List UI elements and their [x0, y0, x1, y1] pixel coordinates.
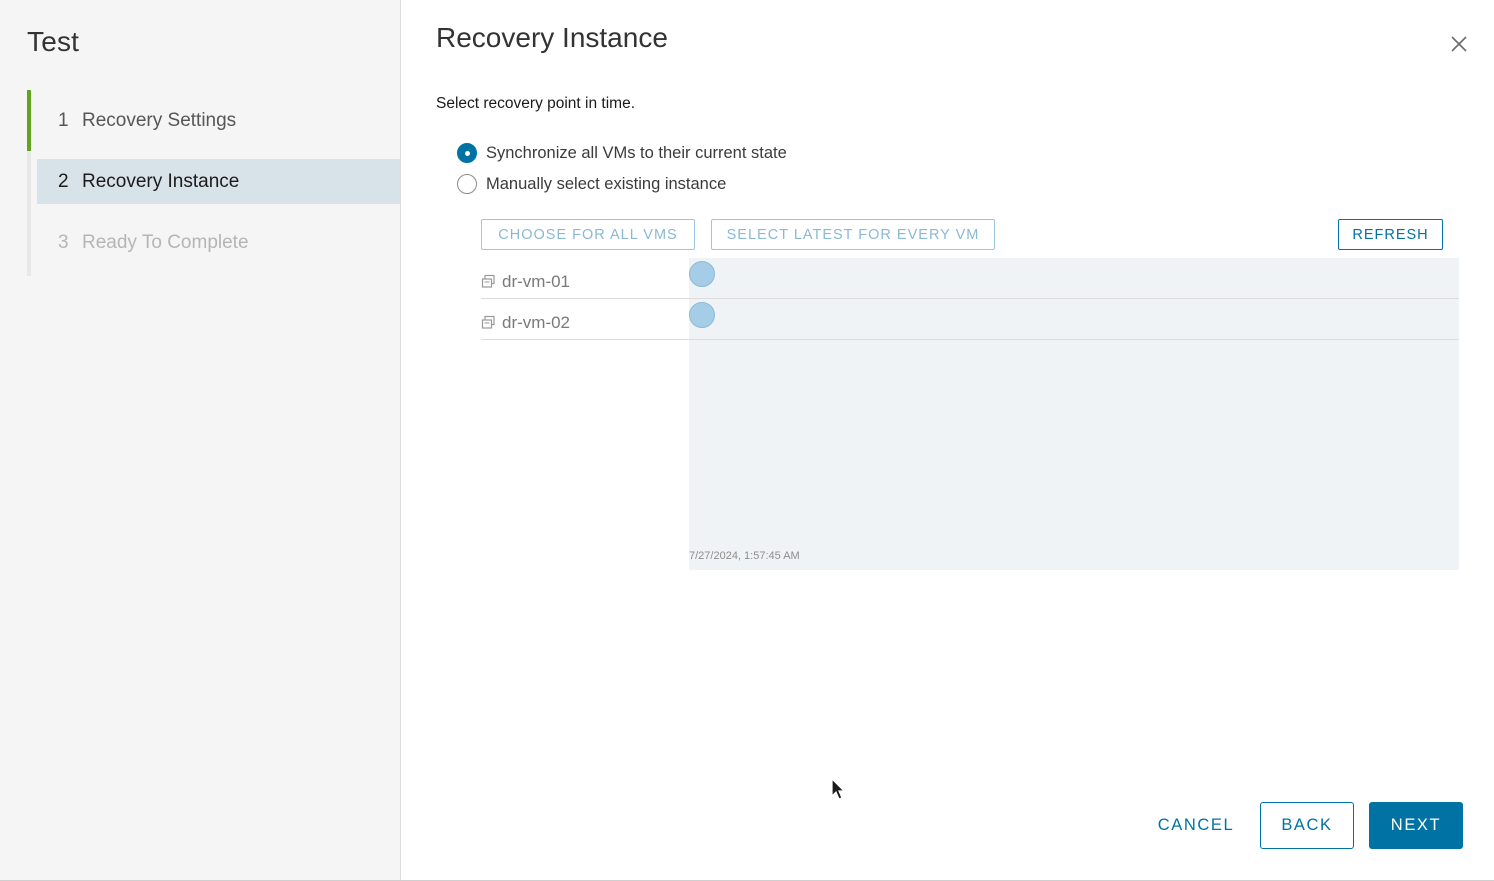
vm-icon	[481, 315, 495, 329]
timeline-timestamp: 7/27/2024, 1:57:45 AM	[689, 550, 800, 562]
step-number: 1	[58, 109, 69, 131]
close-icon	[1451, 36, 1467, 52]
step-progress-bar	[27, 212, 31, 273]
vm-row-dr-vm-01: dr-vm-01	[481, 261, 570, 302]
vm-name: dr-vm-02	[502, 312, 571, 332]
timeline-area	[689, 258, 1459, 570]
wizard-steps: 1 Recovery Settings 2 Recovery Instance …	[27, 90, 400, 276]
step-label: Recovery Settings	[82, 109, 237, 131]
step-progress-bar	[27, 90, 31, 151]
option-label: Synchronize all VMs to their current sta…	[486, 143, 787, 162]
step-label: Recovery Instance	[82, 170, 240, 192]
mouse-cursor-icon	[831, 778, 846, 800]
option-label: Manually select existing instance	[486, 174, 727, 193]
row-divider	[481, 339, 1459, 340]
option-manual-select[interactable]: Manually select existing instance	[457, 174, 726, 194]
step-number: 2	[58, 170, 69, 192]
recovery-point-dr-vm-01[interactable]	[689, 261, 715, 287]
step-number: 3	[58, 231, 69, 253]
page-title: Recovery Instance	[436, 22, 668, 53]
radio-manual-select[interactable]	[457, 174, 477, 194]
step-bar-tail	[27, 273, 31, 276]
vm-name: dr-vm-01	[502, 271, 571, 291]
cancel-button[interactable]: CANCEL	[1146, 802, 1246, 849]
vm-row-dr-vm-02: dr-vm-02	[481, 302, 570, 343]
option-synchronize[interactable]: Synchronize all VMs to their current sta…	[457, 143, 787, 163]
next-button[interactable]: NEXT	[1369, 802, 1463, 849]
step-ready-to-complete: 3 Ready To Complete	[27, 212, 400, 273]
vm-icon	[481, 274, 495, 288]
choose-for-all-vms-button[interactable]: CHOOSE FOR ALL VMS	[481, 219, 695, 250]
wizard-sidebar: Test 1 Recovery Settings 2 Recovery Inst…	[0, 0, 401, 880]
step-label: Ready To Complete	[82, 231, 249, 253]
step-recovery-settings[interactable]: 1 Recovery Settings	[27, 90, 400, 151]
wizard-title: Test	[27, 26, 80, 57]
row-divider	[481, 298, 1459, 299]
step-progress-bar	[27, 151, 31, 212]
radio-synchronize[interactable]	[457, 143, 477, 163]
back-button[interactable]: BACK	[1260, 802, 1354, 849]
instruction-text: Select recovery point in time.	[436, 95, 636, 112]
step-recovery-instance[interactable]: 2 Recovery Instance	[27, 151, 400, 212]
refresh-button[interactable]: REFRESH	[1338, 219, 1443, 250]
close-button[interactable]	[1448, 33, 1470, 55]
recovery-point-dr-vm-02[interactable]	[689, 302, 715, 328]
select-latest-for-every-vm-button[interactable]: SELECT LATEST FOR EVERY VM	[711, 219, 995, 250]
